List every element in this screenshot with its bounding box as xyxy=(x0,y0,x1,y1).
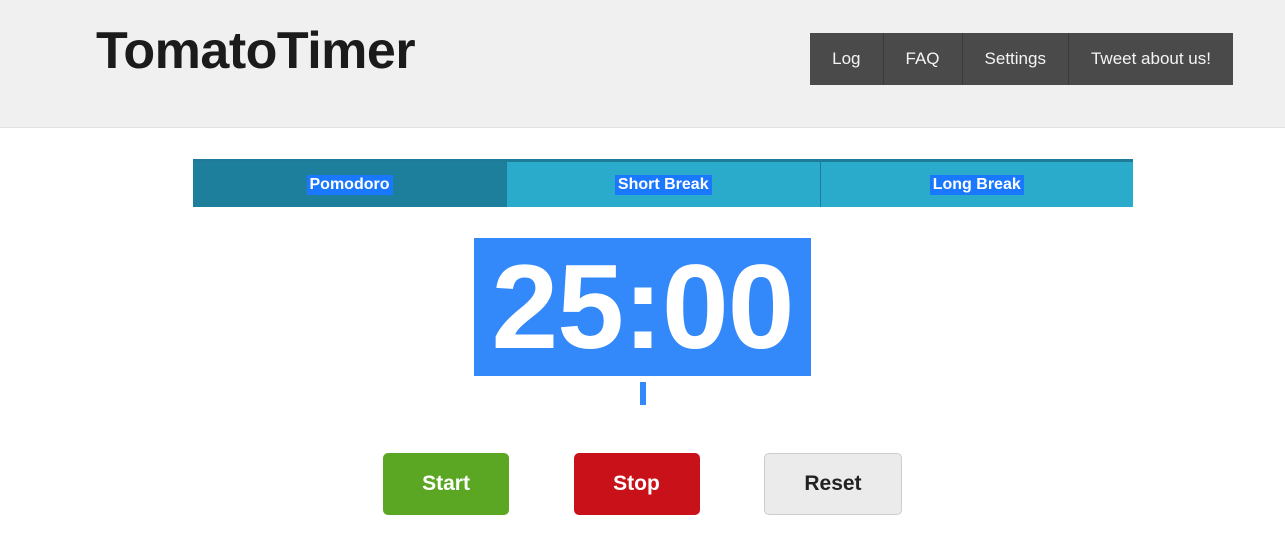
main-navigation: Log FAQ Settings Tweet about us! xyxy=(810,33,1233,85)
page-title: TomatoTimer xyxy=(96,22,416,80)
timer-display-area: 25:00 xyxy=(0,238,1285,407)
stop-button[interactable]: Stop xyxy=(573,453,700,515)
nav-item-settings[interactable]: Settings xyxy=(962,33,1069,85)
tab-pomodoro-label: Pomodoro xyxy=(306,174,393,195)
nav-item-tweet-about-us[interactable]: Tweet about us! xyxy=(1068,33,1233,85)
mode-tab-bar: Pomodoro Short Break Long Break xyxy=(193,159,1133,207)
timer-selection-caret-line xyxy=(0,381,1285,407)
nav-item-log[interactable]: Log xyxy=(810,33,884,85)
nav-item-faq[interactable]: FAQ xyxy=(883,33,963,85)
timer-display: 25:00 xyxy=(473,238,812,376)
tab-short-break-label: Short Break xyxy=(614,174,712,195)
tab-short-break[interactable]: Short Break xyxy=(507,159,821,207)
text-selection-caret xyxy=(639,382,646,406)
timer-controls: Start Stop Reset xyxy=(0,453,1285,515)
reset-button[interactable]: Reset xyxy=(763,453,902,515)
tab-long-break[interactable]: Long Break xyxy=(820,159,1133,207)
start-button[interactable]: Start xyxy=(383,453,510,515)
tab-pomodoro[interactable]: Pomodoro xyxy=(193,159,507,207)
main-content: Pomodoro Short Break Long Break 25:00 St… xyxy=(0,128,1285,542)
site-header: TomatoTimer Log FAQ Settings Tweet about… xyxy=(0,0,1285,128)
tab-long-break-label: Long Break xyxy=(929,174,1024,195)
